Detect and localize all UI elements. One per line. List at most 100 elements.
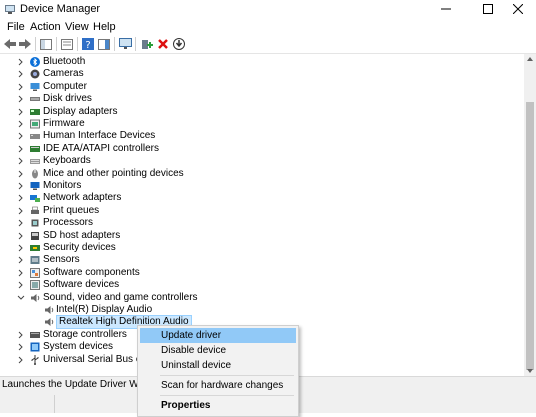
context-menu-uninstall-device[interactable]: Uninstall device xyxy=(140,358,296,373)
tree-category-row[interactable]: Bluetooth xyxy=(0,56,520,68)
add-driver-button[interactable] xyxy=(140,37,154,51)
expand-chevron-icon xyxy=(18,58,23,66)
update-driver-toolbar-button[interactable] xyxy=(172,37,186,51)
expand-toggle[interactable] xyxy=(17,180,25,192)
scroll-up-button[interactable] xyxy=(524,54,536,64)
tree-category-row[interactable]: Network adapters xyxy=(0,192,520,204)
tree-category-label: Human Interface Devices xyxy=(43,130,156,142)
expand-toggle[interactable] xyxy=(17,130,25,142)
tree-device-row[interactable]: Intel(R) Display Audio xyxy=(0,304,520,316)
disk-drive-icon xyxy=(30,97,40,102)
collapse-chevron-icon xyxy=(17,295,25,300)
toolbar-separator xyxy=(114,37,115,51)
context-menu-scan-hardware[interactable]: Scan for hardware changes xyxy=(140,378,296,393)
expand-toggle[interactable] xyxy=(17,341,25,353)
software-component-icon xyxy=(30,267,40,278)
show-hide-console-tree-button[interactable] xyxy=(39,37,53,51)
tree-category-row[interactable]: Software devices xyxy=(0,279,520,291)
context-menu-label: Update driver xyxy=(161,330,222,341)
tree-category-row[interactable]: Software components xyxy=(0,267,520,279)
tree-category-row[interactable]: Cameras xyxy=(0,68,520,80)
context-menu-label: Uninstall device xyxy=(161,360,232,371)
expand-toggle[interactable] xyxy=(17,68,25,80)
scrollbar-thumb[interactable] xyxy=(526,102,534,370)
tree-category-label: Sensors xyxy=(43,254,80,266)
context-menu-disable-device[interactable]: Disable device xyxy=(140,343,296,358)
vertical-scrollbar[interactable] xyxy=(524,54,536,376)
expand-toggle[interactable] xyxy=(17,106,25,118)
tree-category-label: System devices xyxy=(43,341,114,353)
tree-category-label: Sound, video and game controllers xyxy=(43,291,198,303)
tree-category-row[interactable]: Display adapters xyxy=(0,106,520,118)
expand-chevron-icon xyxy=(18,281,23,289)
expand-toggle[interactable] xyxy=(17,143,25,155)
tree-category-row[interactable]: IDE ATA/ATAPI controllers xyxy=(0,143,520,155)
ide-controller-icon xyxy=(30,145,40,152)
scroll-down-button[interactable] xyxy=(524,366,536,376)
tree-category-label: Bluetooth xyxy=(43,56,86,67)
scroll-down-icon xyxy=(527,369,533,373)
tree-category-label: Software devices xyxy=(43,279,120,291)
toolbar-separator xyxy=(135,37,136,51)
tree-category-row[interactable]: Sensors xyxy=(0,254,520,266)
menu-bar: File Action View Help xyxy=(0,18,536,35)
expand-toggle[interactable] xyxy=(17,254,25,266)
expand-toggle[interactable] xyxy=(17,242,25,254)
expand-toggle[interactable] xyxy=(17,279,25,291)
expand-toggle[interactable] xyxy=(17,93,25,105)
tree-category-row[interactable]: Human Interface Devices xyxy=(0,130,520,142)
tree-category-row[interactable]: Security devices xyxy=(0,242,520,254)
minimize-button[interactable] xyxy=(428,0,464,18)
uninstall-button[interactable] xyxy=(156,37,170,51)
tree-category-row[interactable]: Firmware xyxy=(0,118,520,130)
scan-hardware-button[interactable] xyxy=(118,37,132,51)
expand-toggle[interactable] xyxy=(17,217,25,229)
tree-category-label: Processors xyxy=(43,217,94,229)
expand-toggle[interactable] xyxy=(17,205,25,217)
action-pane-button[interactable] xyxy=(97,37,111,51)
expand-toggle[interactable] xyxy=(17,118,25,130)
expand-toggle[interactable] xyxy=(17,354,25,366)
context-menu-separator xyxy=(160,375,294,376)
tree-category-row[interactable]: Keyboards xyxy=(0,155,520,167)
tree-category-row[interactable]: Computer xyxy=(0,81,520,93)
speaker-icon xyxy=(45,306,54,314)
tree-category-row[interactable]: Monitors xyxy=(0,180,520,192)
close-button[interactable] xyxy=(500,0,536,18)
menu-view[interactable]: View xyxy=(65,21,89,33)
tree-category-row[interactable]: Processors xyxy=(0,217,520,229)
expand-toggle[interactable] xyxy=(17,329,25,341)
collapse-toggle[interactable] xyxy=(17,292,25,304)
context-menu-update-driver[interactable]: Update driver xyxy=(140,328,296,343)
back-button[interactable] xyxy=(3,37,17,51)
expand-toggle[interactable] xyxy=(17,168,25,180)
menu-file[interactable]: File xyxy=(7,21,25,33)
expand-toggle[interactable] xyxy=(17,81,25,93)
tree-category-row[interactable]: Disk drives xyxy=(0,93,520,105)
tree-category-row[interactable]: Print queues xyxy=(0,205,520,217)
tree-category-row[interactable]: SD host adapters xyxy=(0,230,520,242)
context-menu-properties[interactable]: Properties xyxy=(140,398,296,413)
menu-action[interactable]: Action xyxy=(30,21,61,33)
expand-chevron-icon xyxy=(18,343,23,351)
device-manager-icon xyxy=(5,5,15,14)
expand-toggle[interactable] xyxy=(17,155,25,167)
properties-view-button[interactable] xyxy=(60,37,74,51)
menu-help[interactable]: Help xyxy=(93,21,116,33)
tree-category-row[interactable]: Sound, video and game controllers xyxy=(0,292,520,304)
tree-category-label: Monitors xyxy=(43,180,82,191)
camera-icon xyxy=(30,69,40,79)
speaker-icon xyxy=(45,318,54,327)
status-divider xyxy=(54,395,55,413)
expand-toggle[interactable] xyxy=(17,230,25,242)
forward-button[interactable] xyxy=(18,37,32,51)
expand-toggle[interactable] xyxy=(17,192,25,204)
bluetooth-icon xyxy=(30,57,40,67)
expand-chevron-icon xyxy=(18,95,23,103)
help-button[interactable]: ? xyxy=(81,37,95,51)
hid-icon xyxy=(30,134,40,140)
tree-category-row[interactable]: Mice and other pointing devices xyxy=(0,168,520,180)
tree-category-label: Software components xyxy=(43,266,140,278)
expand-toggle[interactable] xyxy=(17,56,25,68)
expand-toggle[interactable] xyxy=(17,267,25,279)
